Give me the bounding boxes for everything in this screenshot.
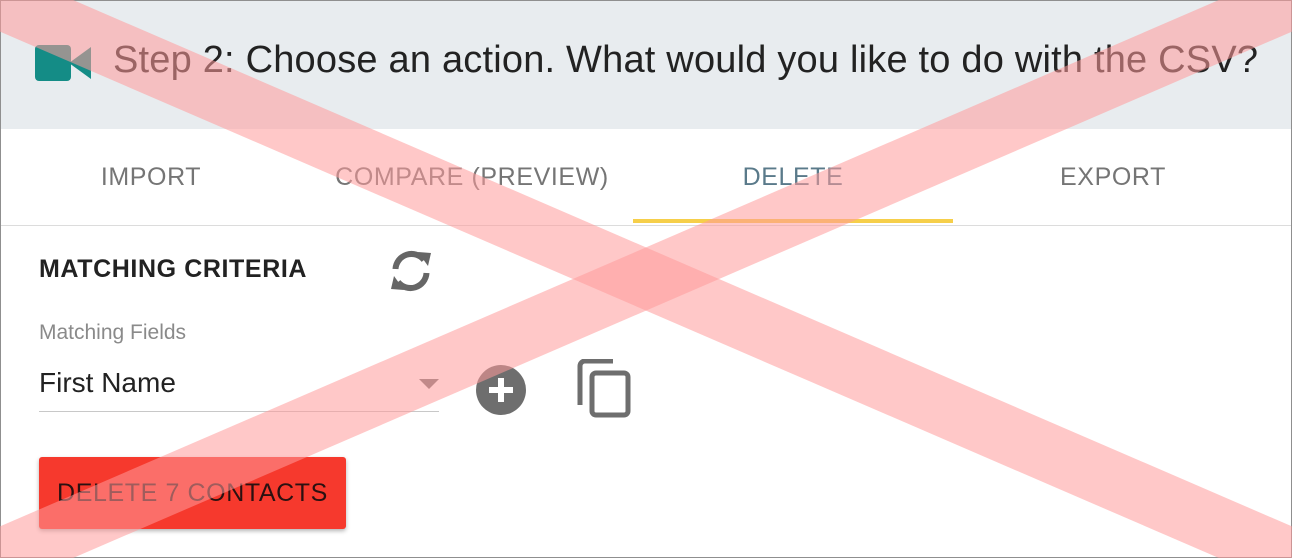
matching-field-select[interactable]: First Name [39, 363, 439, 412]
app-frame: Step 2: Choose an action. What would you… [0, 0, 1292, 558]
refresh-icon[interactable] [387, 247, 435, 295]
tab-export[interactable]: EXPORT [953, 129, 1273, 225]
header-bar: Step 2: Choose an action. What would you… [1, 1, 1291, 129]
delete-contacts-button[interactable]: DELETE 7 CONTACTS [39, 457, 346, 529]
tab-import[interactable]: IMPORT [1, 129, 311, 225]
tabs-divider [1, 225, 1291, 226]
tab-compare-preview[interactable]: COMPARE (PREVIEW) [312, 129, 632, 225]
copy-icon[interactable] [577, 359, 633, 419]
matching-field-value: First Name [39, 367, 176, 398]
tab-delete[interactable]: DELETE [633, 129, 953, 225]
video-camera-icon [35, 45, 91, 81]
add-circle-icon[interactable] [475, 364, 527, 416]
matching-criteria-heading: MATCHING CRITERIA [39, 255, 308, 283]
page-title: Step 2: Choose an action. What would you… [113, 39, 1259, 81]
matching-fields-label: Matching Fields [39, 321, 187, 344]
action-tabs: IMPORT COMPARE (PREVIEW) DELETE EXPORT [1, 129, 1291, 225]
active-tab-indicator [633, 219, 953, 223]
chevron-down-icon [419, 379, 439, 389]
